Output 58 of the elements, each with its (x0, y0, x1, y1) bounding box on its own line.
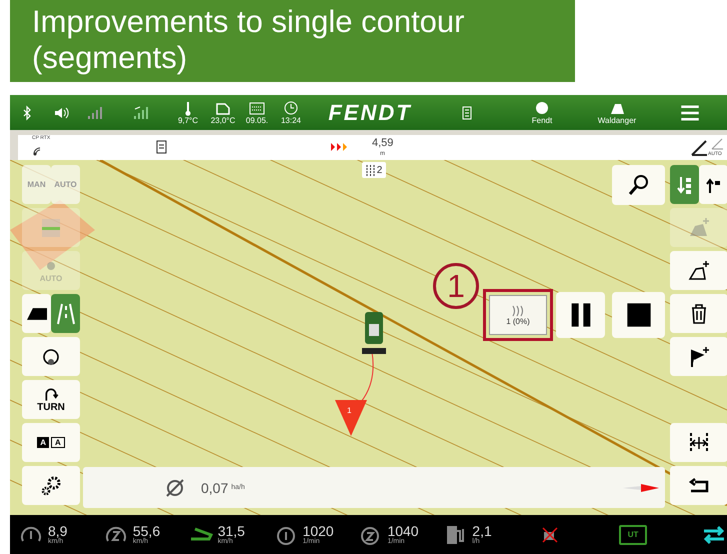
reading-value: 1040 (387, 524, 419, 538)
user-name: Fendt (532, 116, 552, 125)
lane-number: 2 (376, 164, 382, 176)
search-button[interactable] (612, 165, 665, 205)
mode-button[interactable] (22, 294, 51, 333)
section-icon (511, 304, 525, 316)
user-icon (534, 100, 550, 116)
tool-button[interactable] (670, 466, 727, 505)
cab-temperature: 23,0°C (210, 116, 236, 125)
tool-button[interactable] (670, 294, 727, 333)
reading-value: 31,5 (218, 524, 245, 538)
segment-button[interactable]: 1 (0%) (489, 295, 547, 335)
distance-value: 4,59 (372, 137, 394, 149)
direction-arrows-icon (331, 143, 349, 151)
turn-button[interactable]: TURN (22, 380, 80, 419)
callout-number: 1 (433, 263, 479, 309)
stop-button[interactable] (612, 292, 665, 338)
stop-icon (624, 301, 652, 329)
tool-button[interactable]: A A (22, 423, 80, 462)
calendar-icon (249, 100, 265, 116)
ut-button[interactable]: UT (619, 524, 648, 544)
time: 13:24 (280, 116, 302, 125)
marker-triangle (335, 400, 367, 436)
steering-icon (690, 139, 708, 157)
sort-up-button[interactable] (699, 165, 727, 204)
clock-icon (283, 100, 299, 116)
settings-icon (39, 474, 63, 498)
document-icon (156, 140, 168, 154)
outside-temperature: 9,7°C (178, 116, 198, 125)
reading-value: 1020 (302, 524, 334, 538)
settings-button[interactable] (22, 466, 80, 505)
gps-signal-icon (132, 104, 148, 120)
reading-value: 2,1 (472, 524, 492, 538)
compass-needle-icon (623, 482, 659, 492)
area-rate: 0,07 (201, 480, 228, 496)
tool-button[interactable] (22, 337, 80, 376)
diameter-icon (165, 478, 185, 498)
speaker-icon (53, 104, 69, 120)
tool-button[interactable] (670, 423, 727, 462)
track-number: 1 (347, 406, 352, 415)
steering-icon (710, 137, 724, 151)
lane-lines-icon (366, 164, 375, 176)
tool-button[interactable] (670, 251, 727, 290)
contour-add-icon (687, 258, 711, 282)
date: 09.05. (246, 116, 268, 125)
signal-icon (86, 104, 102, 120)
reading-value: 55,6 (132, 524, 160, 538)
tool-button[interactable] (670, 337, 727, 376)
brand-logo: FENDT (328, 100, 412, 126)
field-icon (26, 308, 46, 320)
camera-off-icon (541, 526, 560, 544)
field-name: Waldanger (598, 116, 636, 125)
slide-title: Improvements to single contour (segments) (31, 3, 466, 76)
sort-down-button[interactable] (670, 165, 699, 204)
switch-icon[interactable] (701, 524, 727, 546)
reading-value: 8,9 (48, 524, 68, 538)
pause-button[interactable] (556, 292, 605, 338)
search-icon (626, 173, 650, 197)
